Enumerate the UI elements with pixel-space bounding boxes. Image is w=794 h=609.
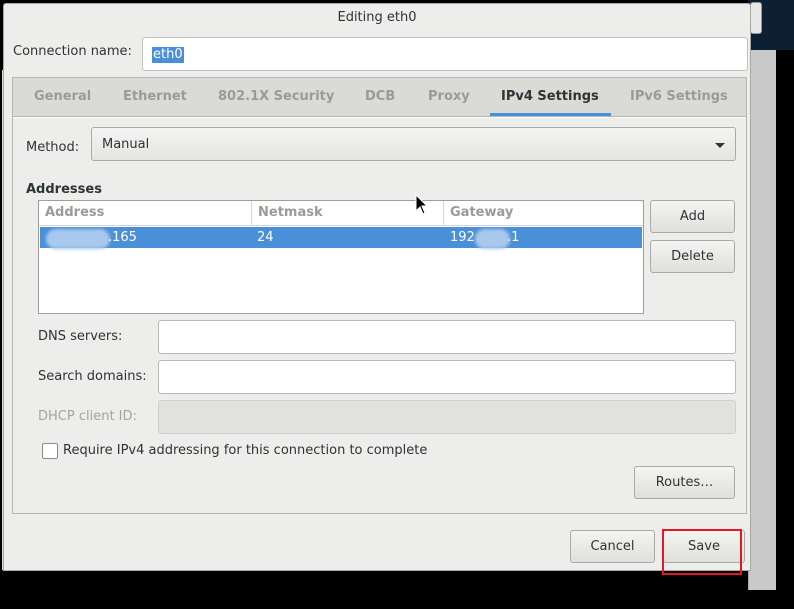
address-cell: .165	[108, 230, 137, 245]
addresses-heading: Addresses	[26, 182, 102, 197]
tab-general[interactable]: General	[34, 78, 91, 116]
redacted-blur	[46, 229, 110, 249]
addresses-table-header: Address Netmask Gateway	[39, 201, 643, 226]
tab-ipv4-settings[interactable]: IPv4 Settings	[501, 78, 599, 116]
method-dropdown[interactable]: Manual	[91, 127, 736, 161]
background-panel	[748, 50, 776, 590]
column-address[interactable]: Address	[39, 201, 251, 226]
edit-connection-dialog: Editing eth0 Connection name: eth0 Gener…	[3, 3, 751, 571]
dialog-title: Editing eth0	[337, 10, 417, 25]
active-tab-indicator	[490, 113, 611, 116]
tab-ethernet[interactable]: Ethernet	[123, 78, 187, 116]
delete-address-button[interactable]: Delete	[650, 240, 735, 273]
table-row[interactable]: .165 24 192 .1	[40, 227, 642, 249]
background-button	[750, 2, 762, 34]
dns-servers-label: DNS servers:	[38, 329, 123, 344]
add-address-button[interactable]: Add	[650, 200, 735, 233]
method-value: Manual	[102, 137, 150, 152]
dhcp-client-id-input	[158, 400, 736, 434]
tab-8021x-security[interactable]: 802.1X Security	[218, 78, 334, 116]
routes-button[interactable]: Routes…	[634, 466, 735, 499]
dhcp-client-id-label: DHCP client ID:	[38, 409, 137, 424]
dns-servers-input[interactable]	[158, 320, 736, 354]
tab-proxy[interactable]: Proxy	[428, 78, 470, 116]
require-ipv4-label[interactable]: Require IPv4 addressing for this connect…	[63, 443, 427, 458]
ipv4-settings-page: Method: Manual Addresses Address Netmask…	[13, 118, 746, 513]
redacted-blur	[475, 229, 510, 249]
gateway-cell-suffix: .1	[507, 230, 520, 245]
addresses-table[interactable]: Address Netmask Gateway .165 24 192 .1	[38, 200, 644, 314]
tab-bar: General Ethernet 802.1X Security DCB Pro…	[13, 78, 746, 117]
tab-ipv6-settings[interactable]: IPv6 Settings	[630, 78, 728, 116]
search-domains-input[interactable]	[158, 360, 736, 394]
require-ipv4-checkbox[interactable]	[42, 443, 58, 459]
netmask-cell: 24	[257, 230, 274, 245]
connection-name-label: Connection name:	[13, 44, 132, 59]
mouse-cursor-icon	[415, 194, 429, 215]
gateway-cell-prefix: 192	[450, 230, 475, 245]
settings-notebook: General Ethernet 802.1X Security DCB Pro…	[12, 77, 747, 514]
search-domains-label: Search domains:	[38, 369, 147, 384]
cancel-button[interactable]: Cancel	[570, 530, 655, 563]
connection-name-value: eth0	[152, 47, 184, 63]
save-highlight-box	[662, 529, 742, 575]
chevron-down-icon	[715, 143, 725, 148]
connection-name-input[interactable]: eth0	[142, 37, 748, 71]
column-gateway[interactable]: Gateway	[443, 201, 643, 226]
tab-dcb[interactable]: DCB	[365, 78, 395, 116]
method-label: Method:	[26, 140, 80, 155]
